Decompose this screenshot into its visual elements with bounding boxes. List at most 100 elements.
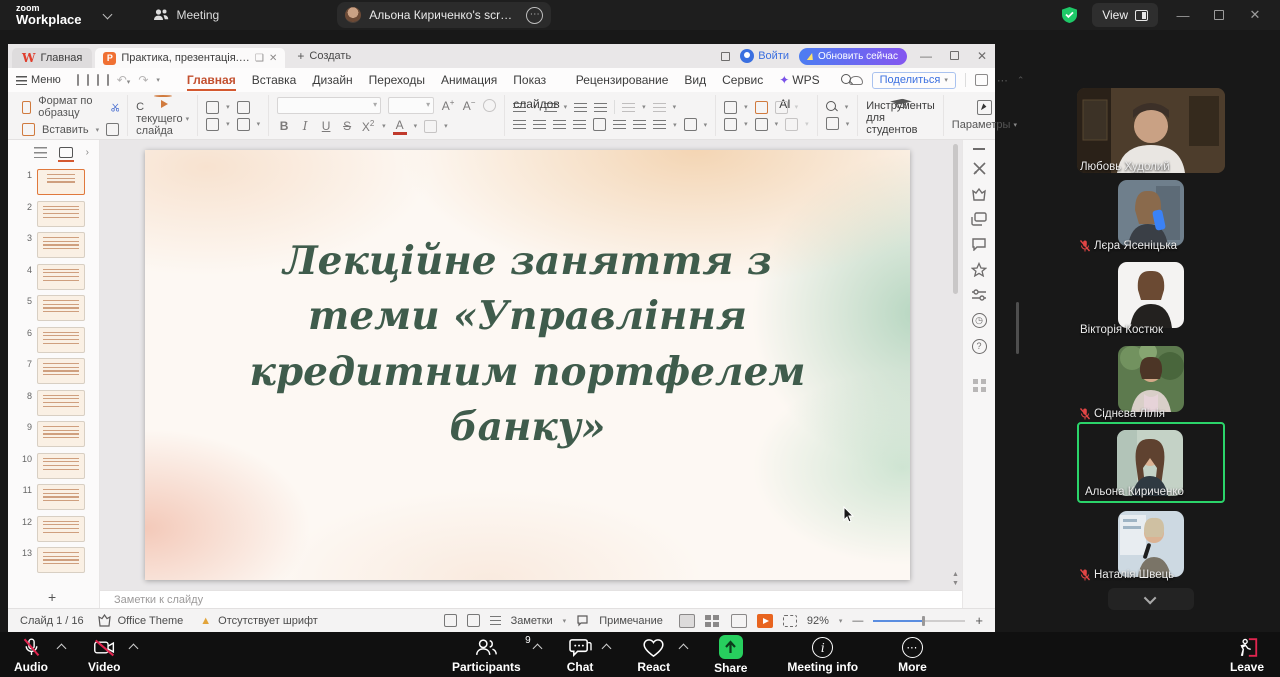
participant-tile[interactable]: Сіднєва Лілія <box>1077 344 1225 420</box>
outline-view-icon[interactable] <box>34 147 47 158</box>
wps-new-tab-button[interactable]: + Создать <box>297 49 351 63</box>
comment-flag-icon[interactable] <box>576 615 589 627</box>
thumbnail-view-icon[interactable] <box>59 147 73 158</box>
chevron-down-icon[interactable] <box>102 9 112 19</box>
slide-thumbnail[interactable] <box>37 358 85 384</box>
slide-thumb-row[interactable]: 9 <box>8 421 99 448</box>
star-icon[interactable] <box>971 262 987 277</box>
slide-scrollbar[interactable] <box>952 144 959 566</box>
italic-button[interactable]: I <box>298 119 312 133</box>
participant-tile[interactable]: Наталія Швець <box>1077 509 1225 581</box>
ribbon-tab-view[interactable]: Вид <box>677 68 713 92</box>
slide-thumb-row[interactable]: 13 <box>8 547 99 574</box>
collapse-panel-icon[interactable]: › <box>86 147 89 158</box>
align-left-icon[interactable] <box>513 120 526 129</box>
participants-options-chevron[interactable] <box>532 644 542 654</box>
theme-badge-icon[interactable] <box>971 187 987 201</box>
update-now-button[interactable]: Обновить сейчас <box>799 48 907 65</box>
ribbon-tab-wps-ai[interactable]: ✦WPS AI <box>772 68 826 92</box>
react-options-chevron[interactable] <box>679 644 689 654</box>
wps-minimize-button[interactable]: — <box>917 49 935 63</box>
settings-sliders-icon[interactable] <box>971 288 987 302</box>
notes-bar[interactable]: Заметки к слайду <box>100 590 962 608</box>
share-document-button[interactable]: Поделиться ▾ <box>872 72 956 89</box>
undo-icon[interactable]: ↶▾ <box>117 73 131 87</box>
chat-options-chevron[interactable] <box>602 644 612 654</box>
reading-view-icon[interactable] <box>731 614 747 628</box>
audio-options-chevron[interactable] <box>57 644 67 654</box>
bold-button[interactable]: B <box>277 119 291 133</box>
menu-button[interactable]: Меню <box>16 74 61 86</box>
picture-icon[interactable] <box>755 101 768 114</box>
slide-thumbnail[interactable] <box>37 295 85 321</box>
ribbon-tab-slideshow[interactable]: Показ слайдов <box>506 68 566 92</box>
redo-icon[interactable]: ↷ <box>138 73 148 87</box>
student-tools-group[interactable]: Инструменты для студентов <box>858 95 944 136</box>
slide-thumb-row[interactable]: 7 <box>8 358 99 385</box>
underline-button[interactable]: U <box>319 119 333 133</box>
ribbon-tab-tools[interactable]: Сервис <box>715 68 770 92</box>
arrange-icon[interactable] <box>755 118 768 131</box>
font-color-button[interactable]: A <box>393 118 407 135</box>
slide-thumbnail[interactable] <box>37 169 85 195</box>
cut-icon[interactable] <box>111 101 120 114</box>
slide-thumbnail[interactable] <box>37 232 85 258</box>
ribbon-tab-insert[interactable]: Вставка <box>245 68 304 92</box>
slide-thumb-row[interactable]: 12 <box>8 516 99 543</box>
slide-thumbnail[interactable] <box>37 516 85 542</box>
add-slide-button[interactable]: + <box>8 586 99 608</box>
superscript-button[interactable]: X2 <box>361 119 375 134</box>
align-right-icon[interactable] <box>553 120 566 129</box>
normal-view-icon[interactable] <box>679 614 695 628</box>
participants-button[interactable]: 9 Participants <box>452 637 521 675</box>
slide-thumbnail[interactable] <box>37 421 85 447</box>
zoom-in-button[interactable]: + <box>975 613 983 628</box>
slide-thumbnail[interactable] <box>37 547 85 573</box>
slide-sorter-icon[interactable] <box>705 614 721 628</box>
slideshow-button[interactable] <box>757 614 773 628</box>
paste-icon[interactable] <box>22 123 35 136</box>
chat-button[interactable]: Chat <box>567 637 594 675</box>
slide-thumbnail[interactable] <box>37 484 85 510</box>
theme-icon[interactable] <box>97 614 111 627</box>
history-clock-icon[interactable]: ◷ <box>972 313 987 328</box>
slide-template-icon[interactable] <box>237 118 250 131</box>
highlight-pen-icon[interactable] <box>424 120 437 133</box>
notes-toggle-label[interactable]: Заметки <box>511 615 553 627</box>
notes-toggle-icon[interactable] <box>490 616 501 625</box>
format-painter-label[interactable]: Формат по образцу <box>38 95 103 119</box>
wps-restore-button[interactable] <box>945 49 963 63</box>
participant-tile[interactable]: Лєра Ясеніцька <box>1077 178 1225 252</box>
ribbon-tab-review[interactable]: Рецензирование <box>569 68 676 92</box>
apps-grid-icon[interactable] <box>973 379 986 392</box>
slide-thumb-row[interactable]: 2 <box>8 201 99 228</box>
tab-shared-screen[interactable]: Альона Кириченко's screen ⋯ <box>337 2 551 28</box>
slide-thumb-row[interactable]: 8 <box>8 390 99 417</box>
wps-document-tab[interactable]: P Практика, презентація.pptx ❑ ✕ <box>95 48 285 68</box>
view-button[interactable]: View <box>1092 3 1158 27</box>
share-button[interactable]: Share <box>714 637 747 675</box>
tab-close-icon[interactable]: ✕ <box>269 53 277 64</box>
decrease-indent-icon[interactable] <box>574 103 587 112</box>
tab-pin-icon[interactable]: ❑ <box>255 53 264 64</box>
video-button[interactable]: Video <box>88 637 120 674</box>
zoom-out-button[interactable]: — <box>852 615 863 627</box>
tab-options-icon[interactable]: ⋯ <box>526 7 543 24</box>
slide-thumb-row[interactable]: 4 <box>8 264 99 291</box>
paste-label[interactable]: Вставить <box>42 124 89 136</box>
participants-scrollbar[interactable] <box>1016 302 1019 354</box>
wps-close-button[interactable]: ✕ <box>973 49 991 63</box>
justify-icon[interactable] <box>573 120 586 129</box>
shrink-font-button[interactable]: A− <box>462 98 476 113</box>
find-icon[interactable] <box>826 101 838 113</box>
tab-meeting[interactable]: Meeting <box>153 8 220 22</box>
comment-toggle-label[interactable]: Примечание <box>599 615 663 627</box>
leave-button[interactable]: Leave <box>1230 637 1264 674</box>
slide-thumbnail[interactable] <box>37 390 85 416</box>
design-tools-icon[interactable] <box>972 161 987 176</box>
ribbon-tab-home[interactable]: Главная <box>180 68 243 92</box>
play-from-current-label[interactable]: С текущего слайда <box>136 101 182 137</box>
comment-icon[interactable] <box>971 237 987 251</box>
print-preview-icon[interactable] <box>87 74 89 86</box>
slide-thumbnail[interactable] <box>37 327 85 353</box>
